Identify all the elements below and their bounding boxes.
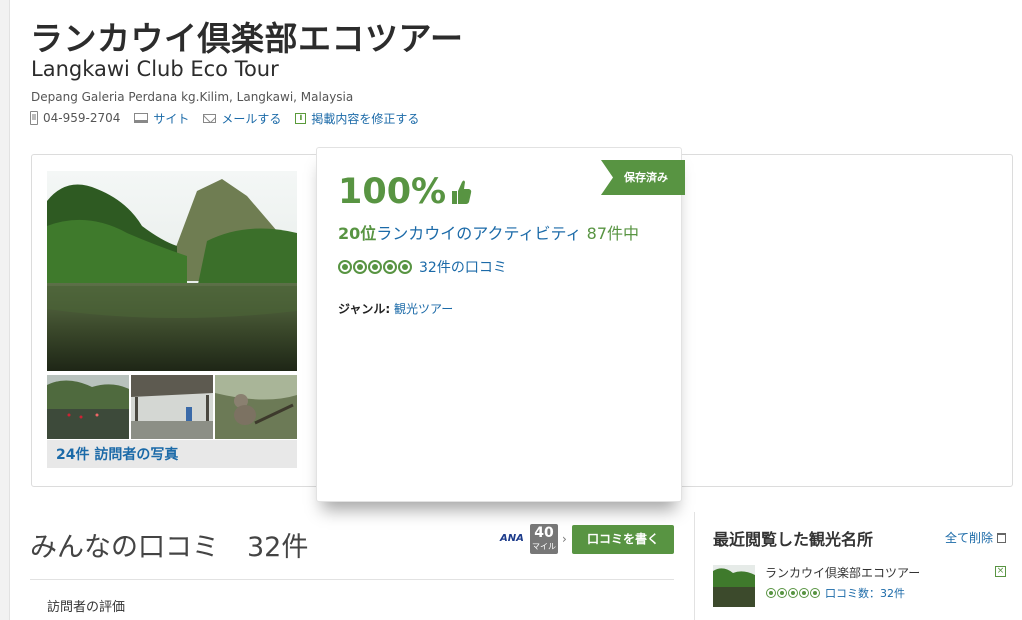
- site-link-item[interactable]: サイト: [134, 110, 189, 127]
- reviews-count: 32件: [247, 532, 309, 563]
- email-link[interactable]: メールする: [221, 110, 281, 127]
- reviews-title: みんなの口コミ: [30, 532, 219, 563]
- trash-icon[interactable]: [997, 532, 1007, 543]
- mangrove-river-image: [47, 171, 297, 371]
- sidebar-divider: [694, 512, 695, 620]
- genre-label: ジャンル:: [338, 302, 391, 316]
- kayak-photo: [47, 375, 129, 439]
- recent-item-name[interactable]: ランカウイ倶楽部エコツアー: [765, 564, 920, 581]
- rating-bubble-icon: [368, 260, 382, 274]
- bubble-rating: [338, 260, 413, 274]
- phone-item: 04-959-2704: [30, 111, 120, 125]
- shelter-photo: [131, 375, 213, 439]
- review-count-link[interactable]: 32件の口コミ: [419, 257, 507, 277]
- recent-item-thumbnail[interactable]: [713, 565, 755, 607]
- recently-viewed-title: 最近閲覧した観光名所: [713, 530, 874, 549]
- genre: ジャンル: 観光ツアー: [338, 300, 453, 317]
- clear-all-label[interactable]: 全て削除: [945, 529, 993, 546]
- edit-listing-link[interactable]: 掲載内容を修正する: [311, 110, 419, 127]
- miles-value: 40: [534, 525, 554, 541]
- page-title-en: Langkawi Club Eco Tour: [31, 57, 279, 81]
- rating-bubble-icon: [799, 588, 809, 598]
- miles-badge: 40 マイル: [530, 524, 558, 554]
- recent-item-bubble-rating: [766, 588, 821, 598]
- divider: [30, 579, 674, 580]
- info-icon: i: [295, 112, 307, 124]
- rating-bubble-icon: [353, 260, 367, 274]
- rating-bubble-icon: [766, 588, 776, 598]
- thumbnail-1[interactable]: [47, 375, 129, 439]
- rating-bubble-icon: [777, 588, 787, 598]
- thumbnail-3[interactable]: [215, 375, 297, 439]
- rank-category-link[interactable]: ランカウイのアクティビティ: [376, 224, 581, 243]
- recent-item-review-count: 口コミ数：32件: [825, 587, 905, 600]
- recent-item-image: [713, 565, 755, 607]
- rating-bubble-icon: [398, 260, 412, 274]
- rating-bubble-icon: [788, 588, 798, 598]
- visitor-photos-link[interactable]: 24件 訪問者の写真: [47, 440, 297, 468]
- genre-link[interactable]: 観光ツアー: [394, 302, 453, 316]
- page-title-jp: ランカウイ倶楽部エコツアー: [30, 19, 464, 58]
- thumbs-up-icon: [452, 180, 472, 204]
- contact-row: 04-959-2704 サイト メールする i 掲載内容を修正する: [30, 110, 433, 126]
- miles-unit: マイル: [532, 542, 556, 551]
- write-review-button[interactable]: 口コミを書く: [572, 525, 674, 554]
- visitor-rating-label: 訪問者の評価: [47, 600, 126, 615]
- chevron-right-icon: ›: [562, 532, 567, 546]
- recommend-percent-value: 100%: [338, 172, 447, 212]
- rank-total: 87件中: [586, 224, 640, 243]
- rank-number: 20位: [338, 224, 377, 243]
- phone-icon: [30, 111, 38, 125]
- rating-bubble-icon: [383, 260, 397, 274]
- address: Depang Galeria Perdana kg.Kilim, Langkaw…: [31, 90, 354, 104]
- ranking: 20位ランカウイのアクティビティ 87件中: [338, 220, 639, 244]
- reviews-heading: みんなの口コミ 32件: [30, 525, 308, 564]
- laptop-icon: [134, 113, 149, 123]
- thumbnail-2[interactable]: [131, 375, 213, 439]
- remove-recent-icon[interactable]: ×: [995, 566, 1006, 577]
- review-summary: 32件の口コミ: [338, 257, 507, 277]
- rating-bubble-icon: [810, 588, 820, 598]
- hero-photo[interactable]: [47, 171, 297, 371]
- clear-all-link[interactable]: 全て削除: [945, 529, 1007, 546]
- saved-ribbon[interactable]: 保存済み: [601, 160, 685, 195]
- left-rail: [0, 0, 10, 620]
- site-link[interactable]: サイト: [153, 110, 189, 127]
- ana-logo: ANA: [500, 533, 524, 544]
- phone-number: 04-959-2704: [43, 111, 121, 125]
- recommend-percent: 100%: [338, 172, 472, 212]
- email-link-item[interactable]: メールする: [203, 110, 281, 127]
- recent-item-meta: 口コミ数：32件: [766, 585, 905, 601]
- mail-icon: [203, 113, 217, 123]
- monkey-photo: [215, 375, 297, 439]
- rating-bubble-icon: [338, 260, 352, 274]
- edit-listing-item[interactable]: i 掲載内容を修正する: [295, 110, 419, 127]
